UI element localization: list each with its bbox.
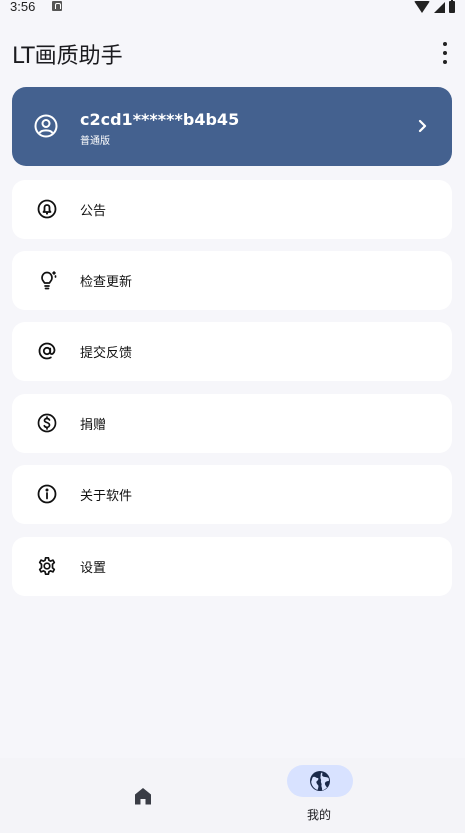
overflow-menu-button[interactable] [437, 42, 453, 64]
menu-item-settings[interactable]: 设置 [12, 537, 452, 596]
menu-item-donate[interactable]: 捐赠 [12, 394, 452, 453]
at-sign-icon [38, 342, 56, 360]
dollar-icon [37, 413, 57, 433]
chevron-right-icon [418, 119, 427, 133]
globe-icon [310, 771, 330, 791]
bell-icon [37, 199, 57, 219]
status-time: 3:56 [10, 0, 36, 14]
nav-item-label: 我的 [307, 808, 332, 822]
bottom-navigation: 我的 [0, 758, 465, 833]
dot [443, 60, 447, 64]
status-bar: 3:56 [0, 0, 465, 16]
menu-label: 捐赠 [80, 418, 107, 433]
nav-active-indicator [287, 765, 353, 797]
menu-label: 关于软件 [80, 489, 133, 504]
home-icon [135, 788, 151, 805]
menu-item-feedback[interactable]: 提交反馈 [12, 322, 452, 381]
menu-label: 设置 [80, 561, 107, 576]
menu-item-about[interactable]: 关于软件 [12, 465, 452, 524]
account-id: c2cd1******b4b45 [80, 110, 240, 129]
status-icons [414, 0, 455, 14]
menu-label: 公告 [80, 204, 107, 219]
dot [443, 42, 447, 46]
info-icon [37, 484, 57, 504]
signal-icon [434, 1, 445, 13]
nav-item-home[interactable] [0, 758, 232, 833]
battery-icon [449, 0, 455, 13]
gear-icon [38, 556, 56, 576]
page-title: LT画质助手 [12, 44, 123, 69]
wifi-icon [414, 1, 430, 13]
account-tier: 普通版 [80, 136, 110, 147]
account-circle-icon [34, 114, 58, 138]
nav-item-mine[interactable]: 我的 [232, 758, 465, 833]
menu-label: 检查更新 [80, 275, 133, 290]
lightbulb-icon [41, 271, 57, 290]
menu-item-announcement[interactable]: 公告 [12, 180, 452, 239]
account-card[interactable]: c2cd1******b4b45 普通版 [12, 87, 452, 166]
dot [443, 51, 447, 55]
menu-item-check-update[interactable]: 检查更新 [12, 251, 452, 310]
notification-icon [52, 1, 62, 11]
menu-label: 提交反馈 [80, 346, 133, 361]
